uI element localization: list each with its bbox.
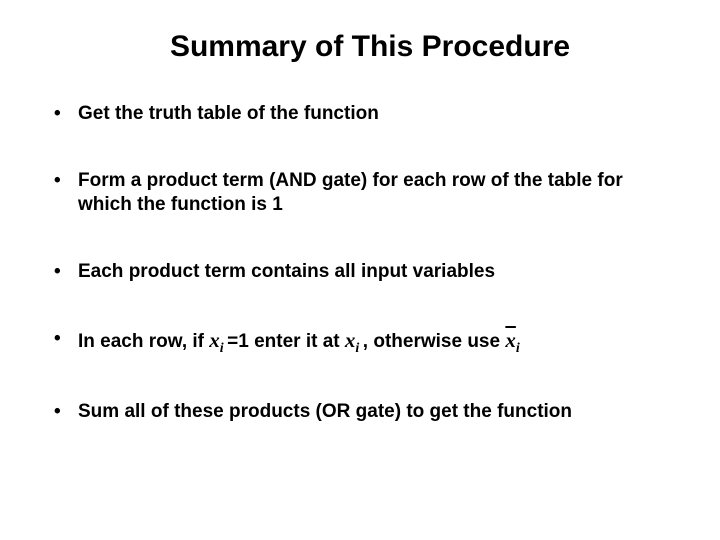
bullet-3: Each product term contains all input var… xyxy=(50,260,670,285)
bullet-5: Sum all of these products (OR gate) to g… xyxy=(50,400,670,425)
var-x-1: x xyxy=(209,328,220,352)
sub-i-2: i xyxy=(355,341,362,356)
bullet-list: Get the truth table of the function Form… xyxy=(50,102,670,424)
bullet-4-text-mid1: =1 enter it at xyxy=(227,331,345,352)
slide-title: Summary of This Procedure xyxy=(70,30,670,64)
var-x-2: x xyxy=(345,328,356,352)
sub-i-3: i xyxy=(516,341,520,356)
bullet-2: Form a product term (AND gate) for each … xyxy=(50,169,670,218)
bullet-1: Get the truth table of the function xyxy=(50,102,670,127)
bullet-4-text-mid2: , otherwise use xyxy=(363,331,506,352)
bullet-4-text-pre: In each row, if xyxy=(78,331,209,352)
bullet-4: In each row, if xi =1 enter it at xi , o… xyxy=(50,327,670,358)
var-x-3-complement: x xyxy=(505,328,516,352)
